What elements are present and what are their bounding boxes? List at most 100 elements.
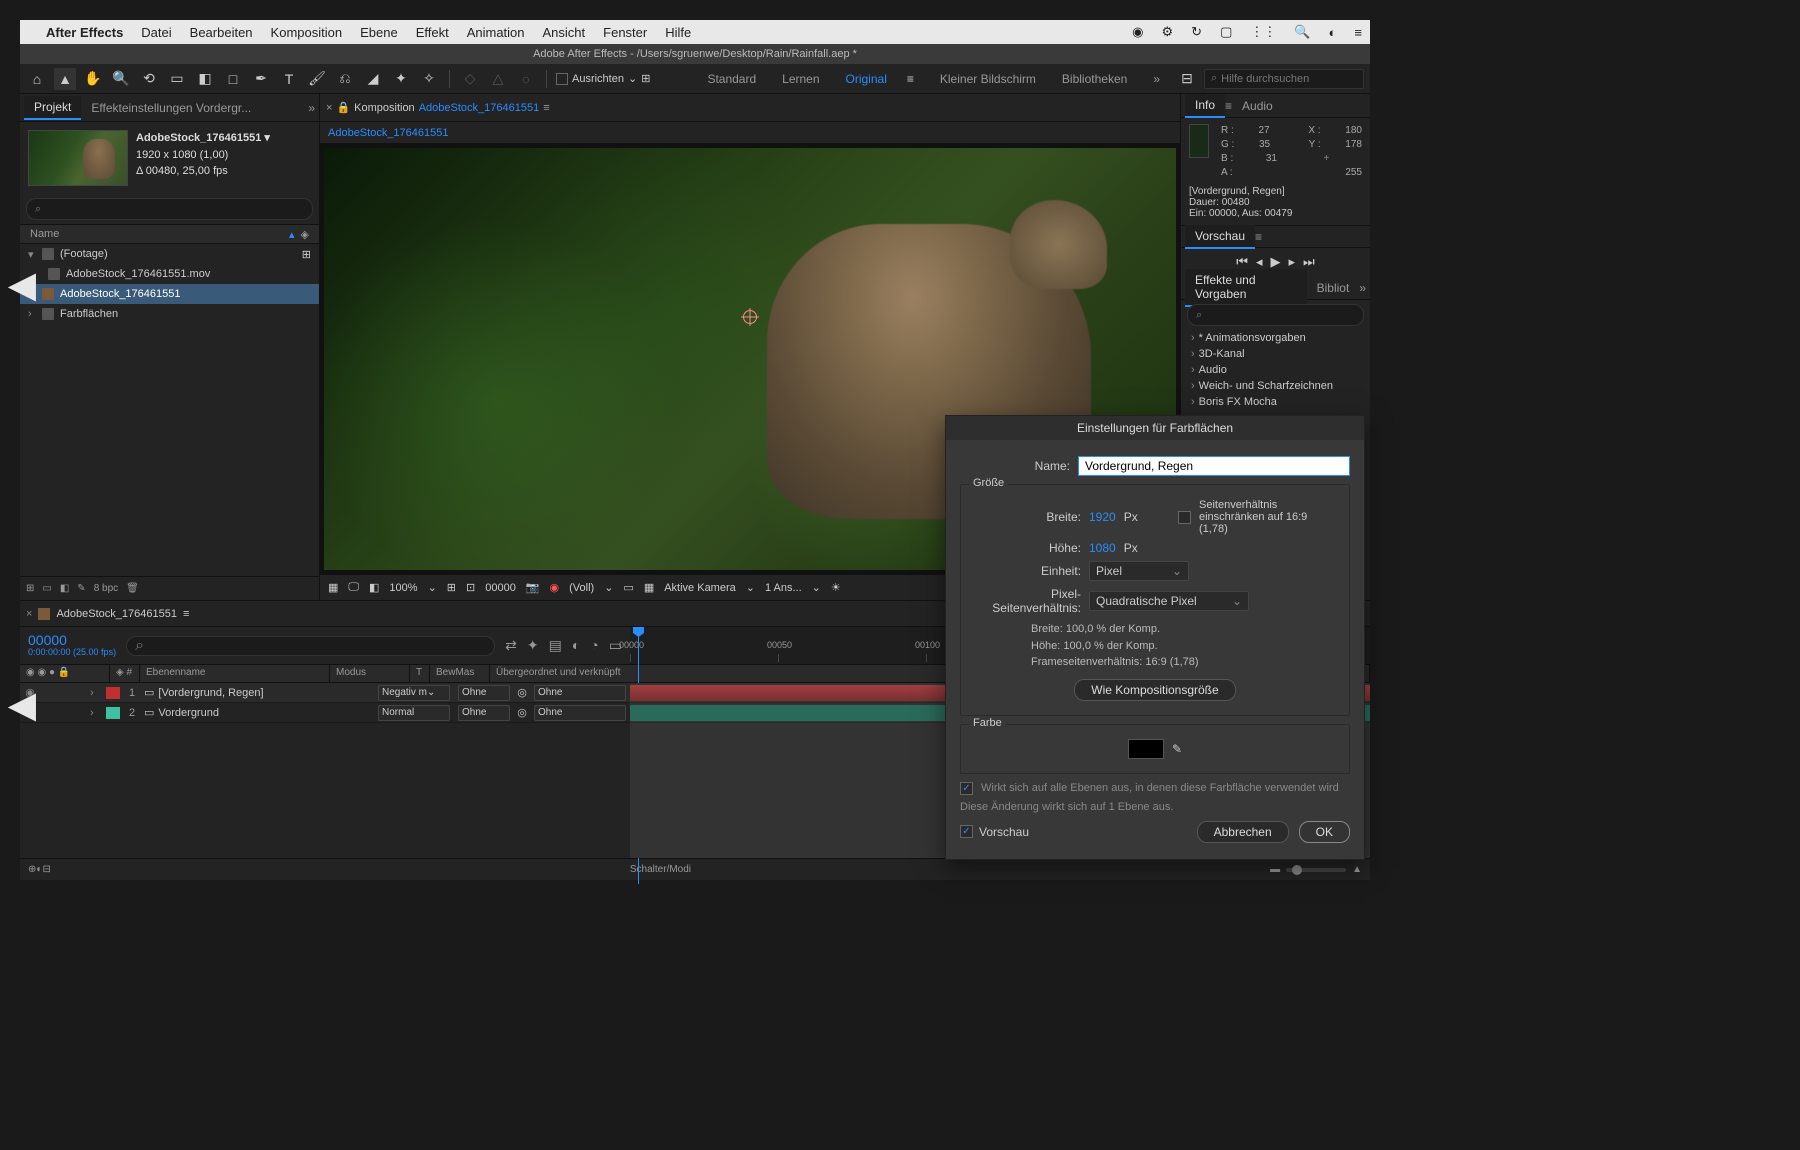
brush-tool-icon[interactable]: 🖌 <box>306 68 328 90</box>
workspace-original[interactable]: Original <box>836 72 897 86</box>
snap-checkbox[interactable] <box>556 73 568 85</box>
col-t[interactable]: T <box>410 665 430 682</box>
blend-mode-dropdown[interactable]: Negativ m⌄ <box>378 685 450 701</box>
workspace-learn[interactable]: Lernen <box>772 72 829 86</box>
fx-boris[interactable]: Boris FX Mocha <box>1181 394 1370 410</box>
project-item-mov[interactable]: AdobeStock_176461551.mov <box>20 264 319 284</box>
roi-icon[interactable]: ▭ <box>623 581 633 594</box>
orbit-tool-icon[interactable]: ⟲ <box>138 68 160 90</box>
timeline-search[interactable]: ⌕ <box>126 636 495 656</box>
trash-icon[interactable]: 🗑 <box>126 583 139 594</box>
menu-file[interactable]: Datei <box>141 25 171 40</box>
info-menu-icon[interactable]: ≡ <box>1225 99 1232 113</box>
twirl-icon[interactable]: ▾ <box>28 248 36 261</box>
mask-icon[interactable]: ◧ <box>369 581 379 594</box>
project-item-solids-folder[interactable]: › Farbflächen <box>20 304 319 324</box>
workspace-libraries[interactable]: Bibliotheken <box>1052 72 1137 86</box>
parent-dropdown[interactable]: Ohne <box>534 705 626 721</box>
workspace-more-icon[interactable]: » <box>1143 72 1170 86</box>
clone-tool-icon[interactable]: ⎌ <box>334 68 356 90</box>
parent-pickwhip-icon[interactable]: ◎ <box>514 686 530 699</box>
tool-icon[interactable]: ✧ <box>418 68 440 90</box>
settings-icon[interactable]: ✎ <box>77 583 85 594</box>
layer-color-swatch[interactable] <box>106 687 120 699</box>
visibility-icon[interactable]: ◉ <box>20 686 40 699</box>
comp-tab-link[interactable]: AdobeStock_176461551 <box>419 102 540 114</box>
layer-row-1[interactable]: ◉ › 1 ▭[Vordergrund, Regen] Negativ m⌄ O… <box>20 683 630 703</box>
tab-info[interactable]: Info <box>1185 94 1225 118</box>
roto-tool-icon[interactable]: ◧ <box>194 68 216 90</box>
timeline-tab-close-icon[interactable]: × <box>26 608 32 620</box>
blend-mode-dropdown[interactable]: Normal <box>378 705 450 721</box>
cc-icon[interactable]: ◉ <box>1132 24 1143 40</box>
rect-tool-icon[interactable]: ▭ <box>166 68 188 90</box>
selection-tool-icon[interactable]: ▲ <box>54 68 76 90</box>
sync-icon[interactable]: ↻ <box>1191 24 1202 40</box>
twirl-icon[interactable]: › <box>90 687 102 699</box>
project-column-name[interactable]: Name <box>30 228 59 240</box>
tab-effect-controls[interactable]: Effekteinstellungen Vordergr... <box>81 97 261 119</box>
frame-blend-icon[interactable]: ▤ <box>549 637 562 654</box>
trkmat-dropdown[interactable]: Ohne <box>458 685 510 701</box>
fx-audio[interactable]: Audio <box>1181 362 1370 378</box>
camera-dropdown-icon[interactable]: ⌄ <box>746 581 755 594</box>
menu-effect[interactable]: Effekt <box>416 25 449 40</box>
zoom-out-icon[interactable]: ▬ <box>1270 864 1280 875</box>
project-search[interactable]: ⌕ <box>26 198 313 220</box>
affects-checkbox[interactable]: ✓ <box>960 782 973 795</box>
lock-aspect-checkbox[interactable] <box>1178 511 1191 524</box>
eyedropper-icon[interactable]: ✎ <box>1172 742 1182 756</box>
parent-pickwhip-icon[interactable]: ◎ <box>514 706 530 719</box>
snap-grid-icon[interactable]: ⊞ <box>641 72 650 85</box>
app-name[interactable]: After Effects <box>46 25 123 40</box>
zoom-value[interactable]: 100% <box>389 582 417 594</box>
color-chip[interactable] <box>1128 739 1164 759</box>
comp-new-icon[interactable]: ◧ <box>60 583 69 594</box>
source-breadcrumb[interactable]: AdobeStock_176461551 <box>328 127 449 139</box>
transparency-icon[interactable]: ▦ <box>644 581 654 594</box>
fx-presets[interactable]: * Animationsvorgaben <box>1181 330 1370 346</box>
menu-edit[interactable]: Bearbeiten <box>190 25 253 40</box>
zoom-dropdown-icon[interactable]: ⌄ <box>428 581 437 594</box>
display-icon[interactable]: 🖵 <box>348 581 359 594</box>
layer-name[interactable]: Vordergrund <box>158 707 219 719</box>
shy-icon[interactable]: ⇄ <box>505 637 517 654</box>
exposure-icon[interactable]: ☀ <box>831 581 841 594</box>
type-tool-icon[interactable]: T <box>278 68 300 90</box>
col-trkmat[interactable]: BewMas <box>430 665 490 682</box>
workspace-small[interactable]: Kleiner Bildschirm <box>930 72 1046 86</box>
resolution-dropdown[interactable]: (Voll) <box>569 582 594 594</box>
preview-menu-icon[interactable]: ≡ <box>1255 230 1262 244</box>
views-dropdown-icon[interactable]: ⌄ <box>812 581 821 594</box>
ok-button[interactable]: OK <box>1299 821 1350 843</box>
make-comp-size-button[interactable]: Wie Kompositionsgröße <box>1074 679 1235 701</box>
menu-help[interactable]: Hilfe <box>665 25 691 40</box>
home-icon[interactable]: ⌂ <box>26 68 48 90</box>
panel-menu-icon[interactable]: » <box>308 101 315 115</box>
puppet-tool-icon[interactable]: ✦ <box>390 68 412 90</box>
workspace-menu-icon[interactable]: ≡ <box>897 72 924 86</box>
workspace-standard[interactable]: Standard <box>697 72 766 86</box>
camera-dropdown[interactable]: Aktive Kamera <box>664 582 736 594</box>
draft3d-icon[interactable]: ✦ <box>527 637 539 654</box>
effects-search[interactable]: ⌕ <box>1187 304 1364 326</box>
toggle-switches-icon[interactable]: ⊕ <box>28 864 36 875</box>
time-display[interactable]: 00000 <box>485 582 516 594</box>
layer-name[interactable]: [Vordergrund, Regen] <box>158 687 263 699</box>
close-tab-icon[interactable]: × <box>326 102 332 114</box>
folder-new-icon[interactable]: ▭ <box>42 583 51 594</box>
menu-animation[interactable]: Animation <box>467 25 525 40</box>
hand-tool-icon[interactable]: ✋ <box>82 68 104 90</box>
graph-editor-icon[interactable]: ◔ <box>590 637 598 654</box>
sort-indicator-icon[interactable]: ▴ <box>289 228 295 241</box>
effects-more-icon[interactable]: » <box>1359 281 1366 295</box>
res-dropdown-icon[interactable]: ⌄ <box>604 581 613 594</box>
gear-icon[interactable]: ⚙ <box>1162 24 1174 40</box>
lock-icon[interactable]: 🔒 <box>336 101 350 114</box>
snapshot-icon[interactable]: 📷 <box>526 581 540 594</box>
zoom-in-icon[interactable]: ▲ <box>1352 864 1362 875</box>
eraser-tool-icon[interactable]: ◢ <box>362 68 384 90</box>
col-name[interactable]: Ebenenname <box>140 665 330 682</box>
project-item-footage-folder[interactable]: ▾ (Footage) ⊞ <box>20 244 319 264</box>
cancel-button[interactable]: Abbrechen <box>1197 821 1289 843</box>
